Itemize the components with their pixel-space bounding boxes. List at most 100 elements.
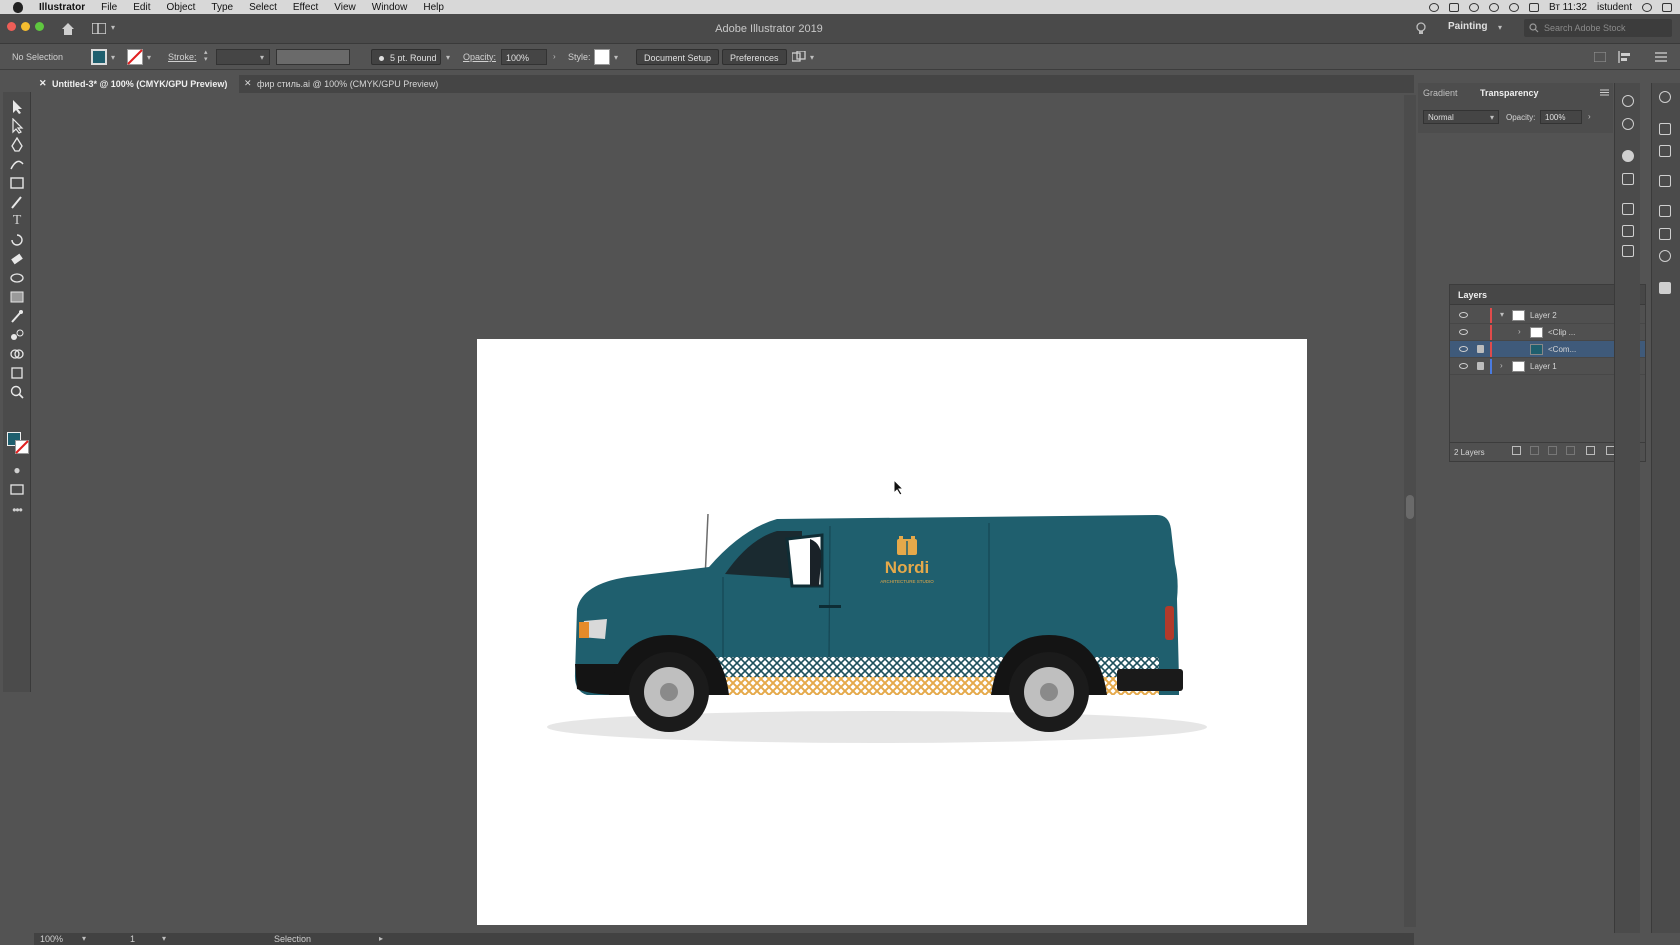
notification-center-icon[interactable] — [1662, 2, 1672, 12]
opacity-field[interactable]: 100% — [501, 49, 547, 65]
chevron-down-icon[interactable]: ▾ — [446, 53, 450, 62]
chevron-down-icon[interactable]: ▾ — [614, 53, 618, 62]
width-tool-icon[interactable] — [9, 270, 25, 286]
make-clipping-mask-icon[interactable] — [1548, 446, 1557, 455]
blend-tool-icon[interactable] — [9, 327, 25, 343]
menu-select[interactable]: Select — [241, 2, 285, 13]
bluetooth-icon[interactable] — [1488, 2, 1499, 12]
tab-transparency[interactable]: Transparency — [1480, 88, 1539, 98]
color-icon[interactable] — [1622, 150, 1634, 162]
preferences-button[interactable]: Preferences — [722, 49, 787, 65]
layer-name[interactable]: <Com... — [1548, 345, 1576, 354]
menu-help[interactable]: Help — [415, 2, 452, 13]
brush-definition[interactable]: 5 pt. Round — [371, 49, 441, 65]
layers-panel-icon[interactable] — [1659, 282, 1671, 294]
lock-icon[interactable] — [1477, 345, 1484, 353]
pen-tool-icon[interactable] — [9, 137, 25, 153]
current-tool-status[interactable]: Selection — [274, 934, 311, 944]
menu-edit[interactable]: Edit — [125, 2, 158, 13]
display-icon[interactable] — [1448, 2, 1459, 12]
direct-selection-tool-icon[interactable] — [9, 118, 25, 134]
close-tab-icon[interactable]: ✕ — [39, 78, 47, 89]
menubar-user[interactable]: istudent — [1597, 2, 1632, 13]
layers-title[interactable]: Layers — [1458, 290, 1487, 300]
chevron-down-icon[interactable]: ▾ — [162, 934, 166, 943]
eyedropper-tool-icon[interactable] — [9, 308, 25, 324]
blend-mode-select[interactable]: Normal — [1423, 110, 1499, 124]
gradient-tool-icon[interactable] — [9, 289, 25, 305]
lightbulb-icon[interactable] — [1416, 22, 1426, 36]
chevron-right-icon[interactable]: › — [553, 52, 556, 61]
chevron-down-icon[interactable]: ▾ — [111, 53, 115, 62]
stroke-none-swatch[interactable] — [127, 49, 143, 65]
artboards-icon[interactable] — [1622, 203, 1634, 215]
menu-view[interactable]: View — [326, 2, 364, 13]
artboard-tool-icon[interactable] — [9, 365, 25, 381]
fill-stroke-widget[interactable] — [7, 432, 29, 454]
tab-untitled-3[interactable]: ✕ Untitled-3* @ 100% (CMYK/GPU Preview) — [34, 75, 239, 93]
menu-object[interactable]: Object — [158, 2, 203, 13]
align-panel-icon[interactable] — [1622, 225, 1634, 237]
variable-width-profile[interactable] — [276, 49, 350, 65]
rotate-tool-icon[interactable] — [9, 232, 25, 248]
chevron-down-icon[interactable]: ▾ — [82, 934, 86, 943]
symbols-icon[interactable] — [1659, 250, 1671, 262]
tab-gradient[interactable]: Gradient — [1423, 88, 1458, 98]
van-mockup-artwork[interactable]: Nordi ARCHITECTURE STUDIO — [477, 339, 1307, 925]
creative-cloud-libraries-icon[interactable] — [1659, 91, 1671, 103]
image-trace-icon[interactable] — [1659, 175, 1671, 187]
appearance-icon[interactable] — [1622, 95, 1634, 107]
paintbrush-tool-icon[interactable] — [9, 194, 25, 210]
new-layer-icon[interactable] — [1586, 446, 1595, 455]
curvature-tool-icon[interactable] — [9, 156, 25, 172]
expand-chevron-right-icon[interactable]: › — [1518, 327, 1521, 336]
layer-name[interactable]: Layer 2 — [1530, 311, 1557, 320]
eraser-tool-icon[interactable] — [9, 251, 25, 267]
scrollbar-thumb[interactable] — [1406, 495, 1414, 519]
visibility-eye-icon[interactable] — [1459, 363, 1468, 369]
chevron-down-icon[interactable]: ▾ — [260, 53, 264, 62]
locate-object-icon[interactable] — [1530, 446, 1539, 455]
zoom-tool-icon[interactable] — [9, 384, 25, 400]
stroke-color-swatch[interactable] — [15, 440, 29, 454]
screen-mode-icon[interactable] — [9, 481, 25, 497]
menu-type[interactable]: Type — [203, 2, 241, 13]
align-icon[interactable] — [1618, 51, 1632, 63]
menu-app-name[interactable]: Illustrator — [31, 2, 93, 13]
visibility-eye-icon[interactable] — [1459, 312, 1468, 318]
apple-icon[interactable] — [13, 1, 23, 13]
pathfinder-icon[interactable] — [1622, 245, 1634, 257]
chevron-down-icon[interactable]: ▾ — [147, 53, 151, 62]
visibility-eye-icon[interactable] — [1459, 329, 1468, 335]
spotlight-icon[interactable] — [1642, 2, 1652, 12]
menubar-clock[interactable]: Вт 11:32 — [1549, 2, 1587, 13]
more-tools-icon[interactable]: ••• — [9, 502, 25, 518]
menu-effect[interactable]: Effect — [285, 2, 326, 13]
draw-mode-icon[interactable]: ● — [9, 462, 25, 478]
control-menu-icon[interactable] — [1655, 52, 1667, 62]
workspace-switcher[interactable]: Painting — [1448, 21, 1487, 32]
info-icon[interactable] — [1622, 118, 1634, 130]
zoom-level[interactable]: 100% — [40, 934, 63, 944]
record-icon[interactable] — [1428, 2, 1439, 12]
chevron-down-icon[interactable]: ▾ — [1498, 23, 1502, 32]
stock-search-input[interactable]: Search Adobe Stock — [1524, 19, 1672, 37]
chevron-down-icon[interactable]: ▾ — [810, 53, 814, 62]
export-icon[interactable] — [1512, 446, 1521, 455]
expand-chevron-right-icon[interactable]: › — [1500, 361, 1503, 370]
stroke-panel-icon[interactable] — [1659, 228, 1671, 240]
selection-tool-icon[interactable] — [9, 99, 25, 115]
vertical-scrollbar[interactable] — [1404, 95, 1416, 927]
visibility-eye-icon[interactable] — [1459, 346, 1468, 352]
panel-layout-icon[interactable] — [1594, 52, 1606, 62]
menu-file[interactable]: File — [93, 2, 125, 13]
transparency-opacity-field[interactable]: 100% — [1540, 110, 1582, 124]
shape-builder-tool-icon[interactable] — [9, 346, 25, 362]
brushes-icon[interactable] — [1659, 205, 1671, 217]
artboard-number[interactable]: 1 — [130, 934, 135, 944]
chevron-right-icon[interactable]: ▸ — [379, 934, 383, 943]
asset-export-icon[interactable] — [1659, 145, 1671, 157]
document-setup-button[interactable]: Document Setup — [636, 49, 720, 65]
lock-icon[interactable] — [1477, 362, 1484, 370]
transform-icon[interactable] — [1622, 173, 1634, 185]
